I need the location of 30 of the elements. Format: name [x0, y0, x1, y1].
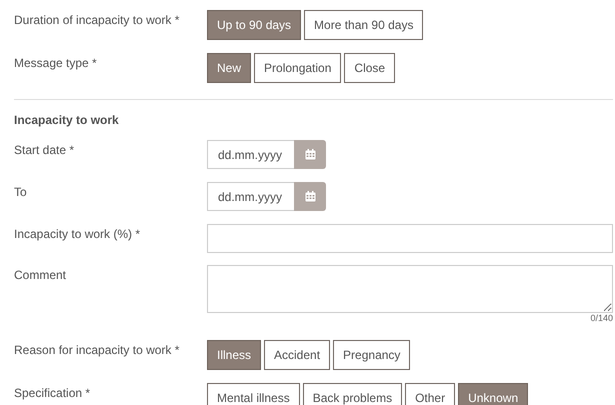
section-heading: Incapacity to work — [14, 113, 120, 128]
toggle-button[interactable]: Close — [344, 53, 396, 83]
toggle-button[interactable]: Up to 90 days — [207, 10, 302, 40]
toggle-button[interactable]: More than 90 days — [304, 10, 424, 40]
field-label: Reason for incapacity to work * — [14, 342, 180, 358]
field-label: Message type * — [14, 55, 98, 70]
toggle-button[interactable]: Accident — [264, 340, 330, 370]
field-label: To — [14, 184, 28, 200]
field-label: Incapacity to work (%) * — [14, 226, 142, 242]
calendar-button[interactable] — [294, 182, 326, 212]
toggle-button[interactable]: Illness — [207, 340, 262, 370]
text-input[interactable] — [207, 224, 613, 254]
toggle-button[interactable]: New — [207, 53, 252, 83]
toggle-button[interactable]: Prolongation — [254, 53, 342, 83]
toggle-button[interactable]: Mental illness — [207, 383, 300, 405]
date-input[interactable]: dd.mm.yyyy — [207, 140, 294, 170]
field-label: Specification * — [14, 385, 92, 401]
field-label: Start date * — [14, 142, 76, 158]
character-counter: 0/140 — [589, 313, 613, 324]
toggle-button[interactable]: Back problems — [302, 383, 402, 405]
field-label: Comment — [14, 267, 68, 283]
field-label: Duration of incapacity to work * — [14, 12, 180, 28]
calendar-icon — [304, 149, 316, 160]
date-input[interactable]: dd.mm.yyyy — [207, 182, 294, 212]
toggle-button[interactable]: Other — [405, 383, 456, 405]
toggle-button[interactable]: Unknown — [458, 383, 528, 405]
calendar-button[interactable] — [294, 140, 326, 170]
calendar-icon — [304, 191, 316, 202]
comment-textarea[interactable] — [207, 265, 613, 314]
toggle-button[interactable]: Pregnancy — [333, 340, 410, 370]
